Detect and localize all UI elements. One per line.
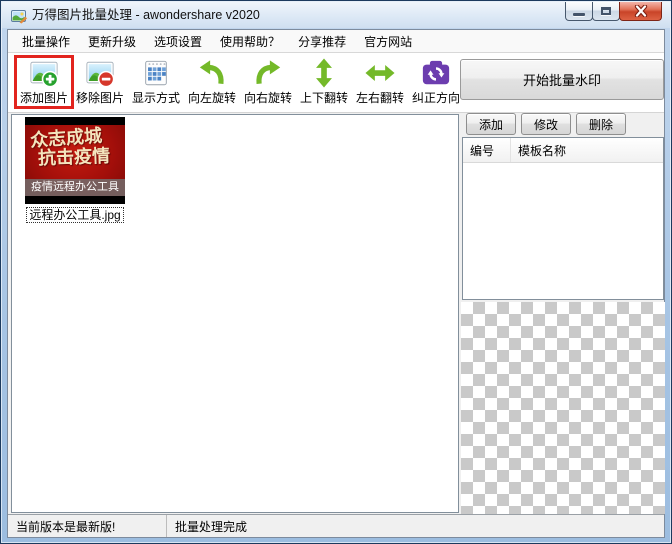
- status-batch-text: 批量处理完成: [175, 519, 248, 534]
- toolbar-label: 左右翻转: [355, 91, 404, 105]
- thumbnail-caption: 疫情远程办公工具: [25, 179, 125, 196]
- image-filename[interactable]: 远程办公工具.jpg: [26, 207, 124, 223]
- toolbar-button-remove-image[interactable]: 移除图片: [73, 58, 127, 106]
- remove-image-icon: [86, 61, 115, 88]
- toolbar-button-add-image[interactable]: 添加图片: [14, 55, 74, 109]
- toolbar-label: 添加图片: [19, 91, 68, 105]
- status-version-text: 当前版本是最新版!: [8, 515, 167, 537]
- image-list-panel[interactable]: 众志成城 抗击疫情 疫情远程办公工具 远程办公工具.jpg: [11, 114, 459, 513]
- menu-batch-operations[interactable]: 批量操作: [13, 30, 79, 52]
- template-add-button[interactable]: 添加: [466, 113, 516, 135]
- maximize-icon: [601, 7, 611, 15]
- thumbnail-calligraphy-line2: 抗击疫情: [37, 145, 111, 170]
- toolbar-button-display-mode[interactable]: 显示方式: [129, 58, 183, 106]
- app-icon: [11, 10, 27, 24]
- menu-official-website[interactable]: 官方网站: [355, 30, 421, 52]
- add-image-icon: [30, 61, 59, 88]
- image-list-item[interactable]: 众志成城 抗击疫情 疫情远程办公工具 远程办公工具.jpg: [23, 117, 127, 224]
- toolbar-label: 显示方式: [131, 91, 180, 105]
- menu-option-settings[interactable]: 选项设置: [145, 30, 211, 52]
- close-button[interactable]: [619, 2, 662, 21]
- image-thumbnail[interactable]: 众志成城 抗击疫情 疫情远程办公工具: [25, 117, 125, 204]
- maximize-button[interactable]: [592, 2, 620, 21]
- header-template-name: 模板名称: [518, 143, 567, 158]
- toolbar-button-flip-vertical[interactable]: 上下翻转: [297, 58, 351, 106]
- toolbar-label: 纠正方向: [411, 91, 460, 105]
- template-delete-button[interactable]: 删除: [576, 113, 626, 135]
- correct-orientation-icon: [422, 60, 450, 85]
- window-title: 万得图片批量处理 - awondershare v2020: [32, 8, 260, 22]
- toolbar-button-flip-horizontal[interactable]: 左右翻转: [353, 58, 407, 106]
- toolbar-label: 移除图片: [75, 91, 124, 105]
- header-number: 编号: [463, 138, 511, 162]
- menu-bar: 批量操作 更新升级 选项设置 使用帮助？ 分享推荐 官方网站: [8, 30, 664, 53]
- display-mode-icon: [145, 60, 167, 86]
- toolbar-label: 上下翻转: [299, 91, 348, 105]
- rotate-left-icon: [199, 60, 224, 85]
- toolbar-button-rotate-right[interactable]: 向右旋转: [241, 58, 295, 106]
- toolbar-button-rotate-left[interactable]: 向左旋转: [185, 58, 239, 106]
- toolbar-label: 向右旋转: [243, 91, 292, 105]
- menu-help[interactable]: 使用帮助？: [211, 30, 289, 52]
- client-area: 批量操作 更新升级 选项设置 使用帮助？ 分享推荐 官方网站 添加图片 移除图片…: [7, 29, 665, 538]
- app-window: 万得图片批量处理 - awondershare v2020 批量操作 更新升级 …: [0, 0, 672, 544]
- template-table[interactable]: 编号 模板名称: [462, 137, 664, 300]
- status-bar: 当前版本是最新版! 批量处理完成: [8, 514, 664, 537]
- transparency-checkerboard: [461, 302, 665, 514]
- flip-horizontal-icon: [365, 65, 395, 81]
- minimize-icon: [573, 13, 585, 16]
- template-modify-button[interactable]: 修改: [521, 113, 571, 135]
- thumbnail-artwork: 众志成城 抗击疫情 疫情远程办公工具: [25, 125, 125, 196]
- minimize-button[interactable]: [565, 2, 593, 21]
- watermark-preview-area: [461, 302, 665, 514]
- template-table-header: 编号 模板名称: [463, 138, 663, 163]
- toolbar-button-correct-orientation[interactable]: 纠正方向: [409, 58, 463, 106]
- menu-update-upgrade[interactable]: 更新升级: [79, 30, 145, 52]
- close-icon: [634, 5, 647, 17]
- toolbar-label: 向左旋转: [187, 91, 236, 105]
- rotate-right-icon: [256, 60, 281, 85]
- menu-share-recommend[interactable]: 分享推荐: [289, 30, 355, 52]
- start-batch-watermark-button[interactable]: 开始批量水印: [460, 59, 664, 100]
- flip-vertical-icon: [316, 58, 332, 88]
